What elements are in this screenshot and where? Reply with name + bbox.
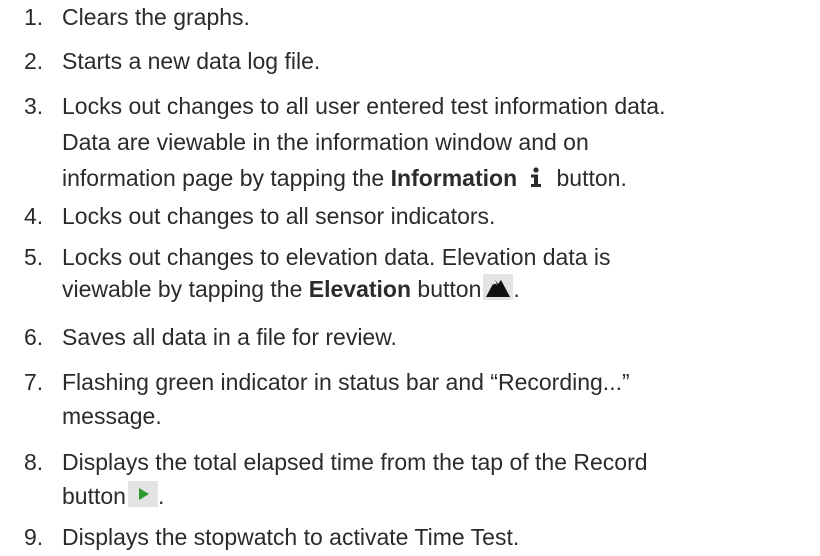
item-text-line-2: button. <box>62 479 648 513</box>
item-text-segment: information page by tapping the <box>62 165 391 191</box>
item-text: Displays the stopwatch to activate Time … <box>62 524 520 550</box>
item-text-line-1: Locks out changes to elevation data. Ele… <box>62 244 611 270</box>
item-number: 5. <box>24 244 44 270</box>
item-number: 1. <box>24 4 44 30</box>
item-text-segment: viewable by tapping the <box>62 276 309 302</box>
item-text-line-2: message. <box>62 403 162 429</box>
list-item: 4. Locks out changes to all sensor indic… <box>0 199 495 233</box>
play-icon <box>127 481 158 507</box>
item-text-segment: . <box>157 483 165 509</box>
item-text: Saves all data in a file for review. <box>62 324 397 350</box>
item-text: Clears the graphs. <box>62 4 250 30</box>
item-number: 6. <box>24 324 44 350</box>
item-text-segment: button <box>411 276 482 302</box>
item-text-line-3: information page by tapping the Informat… <box>62 160 665 196</box>
list-item: 8. Displays the total elapsed time from … <box>0 445 648 513</box>
item-text-line-1: Locks out changes to all user entered te… <box>62 93 666 119</box>
item-text-line-2: Data are viewable in the information win… <box>62 129 589 155</box>
elevation-label: Elevation <box>308 276 412 302</box>
item-text-line-2: viewable by tapping the Elevation button… <box>62 273 611 305</box>
item-number: 3. <box>24 93 44 119</box>
item-number: 8. <box>24 449 44 475</box>
list-item: 2. Starts a new data log file. <box>0 44 320 78</box>
item-text-line-1: Flashing green indicator in status bar a… <box>62 369 630 395</box>
item-number: 7. <box>24 369 44 395</box>
info-icon <box>525 162 548 188</box>
item-number: 4. <box>24 203 44 229</box>
list-item: 6. Saves all data in a file for review. <box>0 320 397 354</box>
item-text-line-1: Displays the total elapsed time from the… <box>62 449 648 475</box>
item-number: 9. <box>24 524 44 550</box>
information-label: Information <box>390 165 518 191</box>
list-item: 1. Clears the graphs. <box>0 0 250 34</box>
list-item: 3. Locks out changes to all user entered… <box>0 88 665 196</box>
list-item: 5. Locks out changes to elevation data. … <box>0 241 611 305</box>
list-item: 7. Flashing green indicator in status ba… <box>0 365 630 433</box>
item-text: Locks out changes to all sensor indicato… <box>62 203 496 229</box>
item-number: 2. <box>24 48 44 74</box>
item-text-segment: . <box>513 276 520 302</box>
item-text-segment: button. <box>550 165 627 191</box>
list-item: 9. Displays the stopwatch to activate Ti… <box>0 520 519 554</box>
mountain-icon <box>483 274 514 300</box>
item-text: Starts a new data log file. <box>62 48 321 74</box>
item-text-segment: button <box>62 483 126 509</box>
